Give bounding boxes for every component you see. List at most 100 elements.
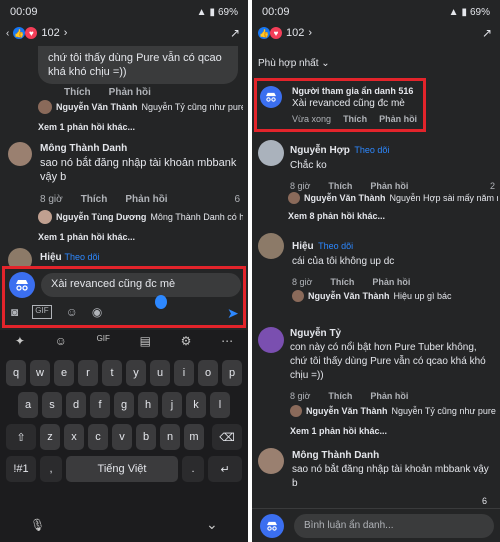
like-link[interactable]: Thích: [328, 391, 352, 401]
key-e[interactable]: e: [54, 360, 74, 386]
like-reaction-icon: 👍: [13, 27, 26, 39]
comment-author: Mông Thành Danh: [292, 450, 380, 461]
gif-icon[interactable]: GIF: [97, 334, 110, 348]
key-x[interactable]: x: [64, 424, 84, 450]
status-bar: 00:09 ▲ ▮ 69%: [0, 0, 248, 24]
symbols-key[interactable]: !#1: [6, 456, 36, 482]
key-q[interactable]: q: [6, 360, 26, 386]
sparkle-icon[interactable]: ✦: [15, 334, 25, 348]
chevron-down-icon[interactable]: ⌄: [206, 516, 218, 533]
reply-text: Mông Thành Danh có hả bn ??: [150, 212, 243, 222]
comment-input-placeholder: Bình luận ẩn danh...: [304, 520, 394, 531]
reaction-bar[interactable]: 👍 ♥ 102 › ↗: [252, 24, 500, 42]
key-o[interactable]: o: [198, 360, 218, 386]
avatar: [8, 142, 32, 166]
like-link[interactable]: Thích: [328, 181, 352, 191]
avatar: [258, 140, 284, 166]
reply-link[interactable]: Phản hồi: [372, 277, 410, 287]
backspace-key[interactable]: ⌫: [212, 424, 242, 450]
text-cursor-handle[interactable]: [155, 295, 167, 309]
reply-row[interactable]: Nguyễn Văn Thành Nguyễn Tỷ cũng như pure…: [290, 405, 498, 417]
emoji-icon[interactable]: ☺: [55, 334, 67, 348]
comma-key[interactable]: ,: [40, 456, 62, 482]
anonymous-avatar[interactable]: [260, 514, 284, 538]
share-icon[interactable]: ↗: [482, 26, 492, 40]
enter-key[interactable]: ↵: [208, 456, 242, 482]
clipboard-icon[interactable]: ▤: [140, 334, 151, 348]
settings-icon[interactable]: ⚙: [181, 334, 192, 348]
reply-link[interactable]: Phản hồi: [370, 391, 408, 401]
key-i[interactable]: i: [174, 360, 194, 386]
comment-input[interactable]: Xài revanced cũng đc mè: [41, 273, 241, 297]
like-link[interactable]: Thích: [81, 194, 108, 205]
key-y[interactable]: y: [126, 360, 146, 386]
anonymous-avatar: [260, 86, 282, 108]
view-more-replies[interactable]: Xem 8 phản hồi khác...: [288, 211, 385, 221]
like-link[interactable]: Thích: [343, 114, 367, 124]
key-c[interactable]: c: [88, 424, 108, 450]
share-icon[interactable]: ↗: [230, 26, 240, 40]
comment-text: Xài revanced cũng đc mè: [292, 98, 405, 109]
reaction-count: 102: [286, 27, 305, 39]
key-w[interactable]: w: [30, 360, 50, 386]
key-j[interactable]: j: [162, 392, 182, 418]
reply-text: Nguyễn Hợp sài mấy năm rồi,...: [389, 193, 498, 203]
comment-input[interactable]: Bình luận ẩn danh...: [294, 514, 494, 538]
space-key[interactable]: Tiếng Việt: [66, 456, 178, 482]
key-z[interactable]: z: [40, 424, 60, 450]
key-b[interactable]: b: [136, 424, 156, 450]
comment-composer: Xài revanced cũng đc mè ◙ GIF ☺ ◉ ➤: [2, 266, 246, 328]
shift-key[interactable]: ⇧: [6, 424, 36, 450]
key-d[interactable]: d: [66, 392, 86, 418]
emoji-icon[interactable]: ☺: [66, 305, 78, 319]
comment-text: chứ tôi thấy dùng Pure vẫn có qcao khá k…: [48, 52, 222, 78]
reply-row[interactable]: Nguyễn Tùng Dương Mông Thành Danh có hả …: [38, 210, 243, 224]
view-more-replies[interactable]: Xem 1 phản hồi khác...: [38, 122, 135, 132]
key-r[interactable]: r: [78, 360, 98, 386]
camera-icon[interactable]: ◙: [11, 305, 18, 319]
key-h[interactable]: h: [138, 392, 158, 418]
back-icon[interactable]: ‹: [6, 28, 9, 39]
reply-link[interactable]: Phản hồi: [379, 114, 417, 124]
key-t[interactable]: t: [102, 360, 122, 386]
key-g[interactable]: g: [114, 392, 134, 418]
key-k[interactable]: k: [186, 392, 206, 418]
clock: 00:09: [10, 6, 38, 18]
sticker-icon[interactable]: ◉: [92, 305, 102, 319]
key-a[interactable]: a: [18, 392, 38, 418]
follow-link[interactable]: Theo dõi: [354, 145, 389, 155]
key-v[interactable]: v: [112, 424, 132, 450]
view-more-replies[interactable]: Xem 1 phản hồi khác...: [290, 426, 387, 436]
key-u[interactable]: u: [150, 360, 170, 386]
signal-icon: ▮: [209, 6, 215, 18]
key-m[interactable]: m: [184, 424, 204, 450]
comment-time: 8 giờ: [290, 181, 311, 191]
key-s[interactable]: s: [42, 392, 62, 418]
reply-author: Nguyễn Văn Thành: [304, 193, 386, 203]
mic-icon[interactable]: 🎙: [30, 518, 45, 532]
sort-dropdown[interactable]: Phù hợp nhất ⌄: [258, 58, 330, 69]
reply-row[interactable]: Nguyễn Văn Thành Hiệu up gì bác: [292, 290, 497, 302]
reply-link[interactable]: Phản hồi: [370, 181, 408, 191]
follow-link[interactable]: Theo dõi: [64, 252, 99, 262]
like-link[interactable]: Thích: [64, 87, 91, 98]
gif-icon[interactable]: GIF: [32, 305, 52, 319]
view-more-replies[interactable]: Xem 1 phản hồi khác...: [38, 232, 135, 242]
key-f[interactable]: f: [90, 392, 110, 418]
key-l[interactable]: l: [210, 392, 230, 418]
reply-row[interactable]: Nguyễn Văn Thành Nguyễn Hợp sài mấy năm …: [288, 192, 498, 204]
more-icon[interactable]: ⋯: [221, 334, 233, 348]
reply-row[interactable]: Nguyễn Văn Thành Nguyễn Tỷ cũng như pure…: [38, 100, 243, 114]
anonymous-avatar[interactable]: [9, 272, 35, 298]
reply-link[interactable]: Phản hồi: [109, 87, 151, 98]
key-n[interactable]: n: [160, 424, 180, 450]
reply-author: Nguyễn Văn Thành: [56, 102, 138, 112]
like-link[interactable]: Thích: [330, 277, 354, 287]
comment-author: Hiệu: [40, 252, 62, 263]
send-icon[interactable]: ➤: [227, 305, 239, 322]
reply-link[interactable]: Phản hồi: [125, 194, 167, 205]
period-key[interactable]: .: [182, 456, 204, 482]
reaction-bar[interactable]: ‹ 👍 ♥ 102 › ↗: [0, 24, 248, 42]
follow-link[interactable]: Theo dõi: [318, 241, 353, 251]
key-p[interactable]: p: [222, 360, 242, 386]
